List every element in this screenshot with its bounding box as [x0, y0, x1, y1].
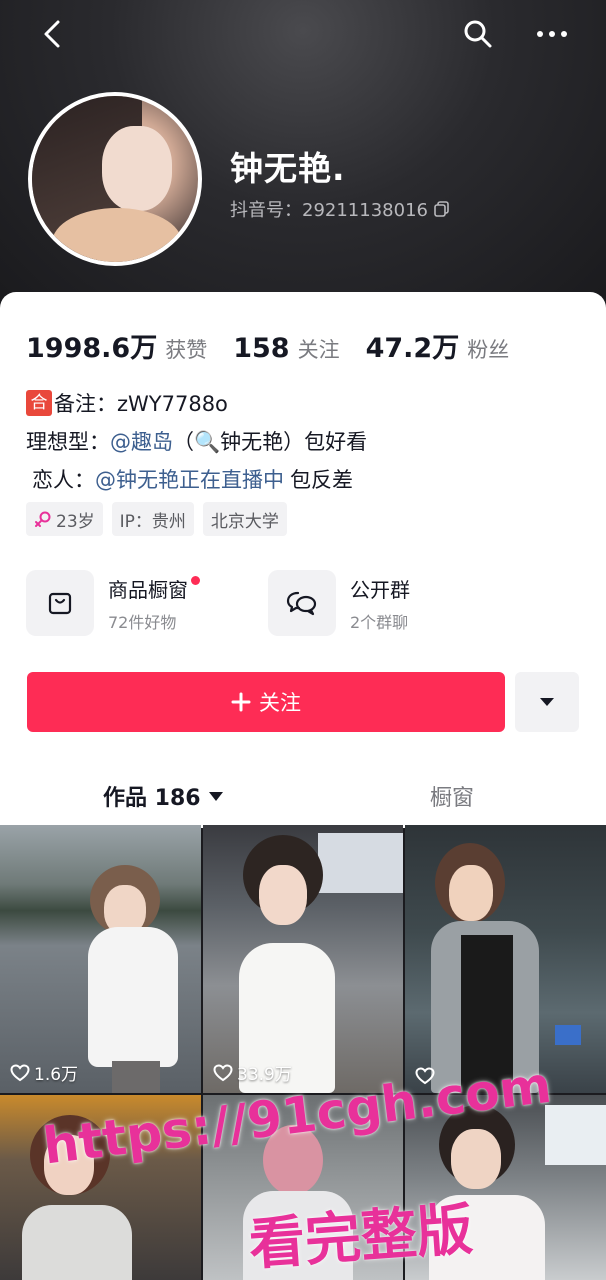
- back-button[interactable]: [32, 14, 72, 54]
- shop-window-entry[interactable]: 商品橱窗 72件好物: [26, 570, 200, 636]
- caret-down-icon: [540, 698, 554, 706]
- chevron-left-icon: [44, 20, 60, 48]
- douyin-id: 抖音号：29211138016: [230, 196, 450, 222]
- bio-text: 理想型：: [26, 430, 110, 454]
- like-count: 33.9万: [213, 1060, 292, 1085]
- tab-shop-label: 橱窗: [430, 786, 475, 811]
- bio-text: 恋人：: [32, 468, 95, 492]
- group-chat-icon: [286, 591, 317, 616]
- stat-value: 47.2万: [365, 333, 460, 364]
- shopping-bag-icon: [48, 592, 72, 615]
- bio-text: 备注：zWY7788o: [54, 392, 228, 416]
- shop-window-count: 72件好物: [108, 612, 177, 632]
- recommend-dropdown-button[interactable]: [515, 672, 579, 732]
- video-thumbnail[interactable]: [405, 825, 606, 1093]
- tab-works-label: 作品 186: [103, 786, 201, 811]
- search-icon: [464, 20, 492, 48]
- username: 钟无艳.: [230, 149, 346, 188]
- follow-label: 关注: [259, 691, 301, 715]
- tab-shop-window[interactable]: 橱窗: [430, 780, 474, 812]
- ip-text: IP：贵州: [119, 511, 186, 532]
- stat-followers[interactable]: 47.2万 粉丝: [366, 326, 510, 365]
- public-group-entry[interactable]: 公开群 2个群聊: [268, 570, 410, 636]
- plus-icon: [231, 692, 251, 712]
- profile-header: 钟无艳. 抖音号：29211138016: [0, 0, 606, 310]
- profile-card: 1998.6万 获赞 158 关注 47.2万 粉丝 合 备注：zWY7788o…: [0, 292, 606, 828]
- mention-link[interactable]: @钟无艳正在直播中: [95, 464, 284, 494]
- age-text: 23岁: [56, 511, 95, 532]
- school-tag[interactable]: 北京大学: [202, 502, 287, 536]
- group-icon-box: [268, 570, 336, 636]
- caret-down-icon: [208, 791, 223, 801]
- stat-value: 1998.6万: [26, 333, 158, 364]
- stat-label: 关注: [297, 338, 340, 362]
- bio-line-lover: 恋人： @钟无艳正在直播中 包反差: [32, 464, 353, 494]
- bio-text: （🔍钟无艳）包好看: [173, 430, 368, 454]
- douyin-id-text: 抖音号：29211138016: [230, 200, 428, 221]
- shop-icon-box: [26, 570, 94, 636]
- more-horizontal-icon: [537, 31, 567, 37]
- video-thumbnail[interactable]: 33.9万: [203, 825, 403, 1093]
- follow-button[interactable]: 关注: [27, 672, 505, 732]
- bio-text: 包反差: [290, 468, 353, 492]
- like-count-text: 33.9万: [237, 1065, 292, 1085]
- search-button[interactable]: [458, 14, 498, 54]
- stat-following[interactable]: 158 关注: [233, 333, 339, 364]
- mention-link[interactable]: @趣岛: [110, 426, 173, 456]
- stat-likes: 1998.6万 获赞: [26, 326, 207, 365]
- stat-value: 158: [233, 333, 290, 364]
- he-badge: 合: [26, 390, 52, 416]
- heart-outline-icon: [213, 1063, 233, 1081]
- like-count: 1.6万: [10, 1060, 78, 1085]
- bio-line-remark: 合 备注：zWY7788o: [26, 388, 228, 418]
- bio-line-ideal: 理想型： @趣岛 （🔍钟无艳）包好看: [26, 426, 367, 456]
- avatar[interactable]: [28, 92, 202, 266]
- copy-icon[interactable]: [434, 201, 450, 217]
- public-group-count: 2个群聊: [350, 612, 409, 632]
- public-group-title: 公开群: [350, 577, 410, 602]
- stats-row: 1998.6万 获赞 158 关注 47.2万 粉丝: [26, 326, 509, 365]
- school-text: 北京大学: [210, 511, 279, 532]
- shop-window-title: 商品橱窗: [108, 577, 188, 602]
- profile-tags: 23岁 IP：贵州 北京大学: [26, 502, 287, 536]
- heart-outline-icon: [10, 1063, 30, 1081]
- more-options-button[interactable]: [532, 14, 572, 54]
- ip-tag: IP：贵州: [111, 502, 194, 536]
- video-thumbnail[interactable]: 1.6万: [0, 825, 201, 1093]
- stat-label: 获赞: [165, 338, 208, 362]
- stat-label: 粉丝: [467, 338, 510, 362]
- notification-dot: [191, 575, 200, 585]
- age-tag: 23岁: [26, 502, 103, 536]
- female-icon: [35, 511, 51, 527]
- watermark-text: 看完整版: [246, 1197, 475, 1278]
- tab-works[interactable]: 作品 186: [103, 780, 223, 812]
- like-count-text: 1.6万: [34, 1065, 79, 1085]
